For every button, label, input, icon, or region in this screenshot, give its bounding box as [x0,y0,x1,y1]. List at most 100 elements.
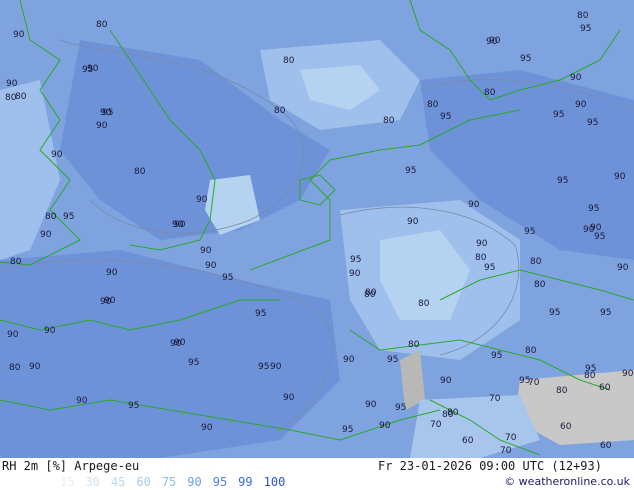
contour-label: 95 [588,204,599,214]
contour-label: 90 [96,121,108,131]
contour-label: 60 [600,441,612,451]
legend-value: 15 [60,475,75,489]
contour-label: 95 [63,212,74,222]
contour-label: 90 [476,239,488,249]
contour-label: 90 [590,223,602,233]
contour-label: 90 [6,79,18,89]
contour-label: 80 [96,20,108,30]
legend-value: 95 [212,475,228,489]
contour-label: 95 [557,176,568,186]
contour-label: 90 [87,64,99,74]
contour-label: 90 [106,268,118,278]
contour-label: 80 [45,212,57,222]
contour-label: 90 [200,246,212,256]
contour-label: 95 [102,108,113,118]
contour-label: 95 [405,166,416,176]
contour-label: 90 [13,30,25,40]
contour-label: 95 [600,308,611,318]
legend-value: 100 [263,475,286,489]
contour-label: 80 [442,410,454,420]
contour-label: 80 [10,257,22,267]
contour-label: 95 [395,403,406,413]
rh-field-map: 8090959080809090808090959080809590958090… [0,0,634,458]
contour-label: 95 [258,362,269,372]
contour-label: 80 [15,92,27,102]
contour-label: 95 [484,263,495,273]
contour-label: 90 [343,355,355,365]
contour-label: 70 [505,433,517,443]
legend-value: 60 [136,475,151,489]
contour-label: 95 [553,110,564,120]
contour-label: 90 [614,172,626,182]
contour-label: 95 [594,232,605,242]
contour-label: 60 [599,383,611,393]
contour-label: 95 [350,255,361,265]
contour-label: 80 [408,340,420,350]
contour-label: 70 [489,394,501,404]
contour-label: 90 [575,100,587,110]
contour-label: 80 [9,363,21,373]
contour-label: 90 [489,36,501,46]
credit-link[interactable]: © weatheronline.co.uk [504,475,630,488]
legend-value: 99 [238,475,253,489]
contour-label: 80 [5,93,17,103]
contour-label: 80 [274,106,286,116]
contour-label: 80 [418,299,430,309]
contour-label: 90 [51,150,63,160]
contour-label: 90 [349,269,361,279]
contour-label: 90 [365,400,377,410]
contour-label: 60 [560,422,572,432]
legend-value: 90 [187,475,202,489]
valid-time: Fr 23-01-2026 09:00 UTC (12+93) [378,459,602,473]
contour-label: 95 [520,54,531,64]
contour-label: 95 [387,355,398,365]
contour-label: 95 [587,118,598,128]
legend-value: 75 [161,475,177,489]
contour-label: 90 [174,220,186,230]
contour-label: 80 [584,371,596,381]
contour-label: 90 [270,362,282,372]
contour-label: 70 [528,378,540,388]
legend-value: 45 [110,475,126,489]
contour-label: 90 [40,230,52,240]
contour-label: 90 [44,326,56,336]
contour-label: 80 [556,386,568,396]
contour-label: 80 [577,11,589,21]
contour-label: 80 [427,100,439,110]
product-label: RH 2m [%] Arpege-eu [2,459,140,473]
weather-map: 80 90 95 90 80 80 90 90 80 80 90 95 90 80 80 95 90 95 80 90… [0,0,634,458]
contour-label: 90 [468,200,480,210]
contour-label: 70 [500,446,512,456]
contour-label: 95 [580,24,591,34]
contour-label: 90 [196,195,208,205]
legend-value: 30 [85,475,100,489]
contour-label: 90 [379,421,391,431]
contour-label: 95 [222,273,233,283]
contour-label: 90 [100,297,112,307]
contour-label: 80 [530,257,542,267]
contour-label: 90 [622,369,634,379]
contour-label: 90 [283,393,295,403]
contour-label: 60 [462,436,474,446]
contour-label: 95 [255,309,266,319]
contour-label: 80 [134,167,146,177]
contour-label: 95 [188,358,199,368]
contour-label: 90 [76,396,88,406]
contour-label: 95 [549,308,560,318]
contour-label: 90 [440,376,452,386]
contour-label: 95 [524,227,535,237]
contour-label: 80 [365,288,377,298]
contour-label: 80 [534,280,546,290]
contour-label: 80 [383,116,395,126]
contour-label: 90 [407,217,419,227]
contour-label: 90 [570,73,582,83]
contour-label: 90 [201,423,213,433]
contour-label: 90 [170,339,182,349]
contour-label: 80 [283,56,295,66]
contour-label: 90 [617,263,629,273]
contour-label: 95 [491,351,502,361]
contour-label: 90 [205,261,217,271]
contour-label: 70 [430,420,442,430]
color-legend: 15 30 45 60 75 90 95 99 100 [60,475,296,489]
contour-label: 90 [29,362,41,372]
